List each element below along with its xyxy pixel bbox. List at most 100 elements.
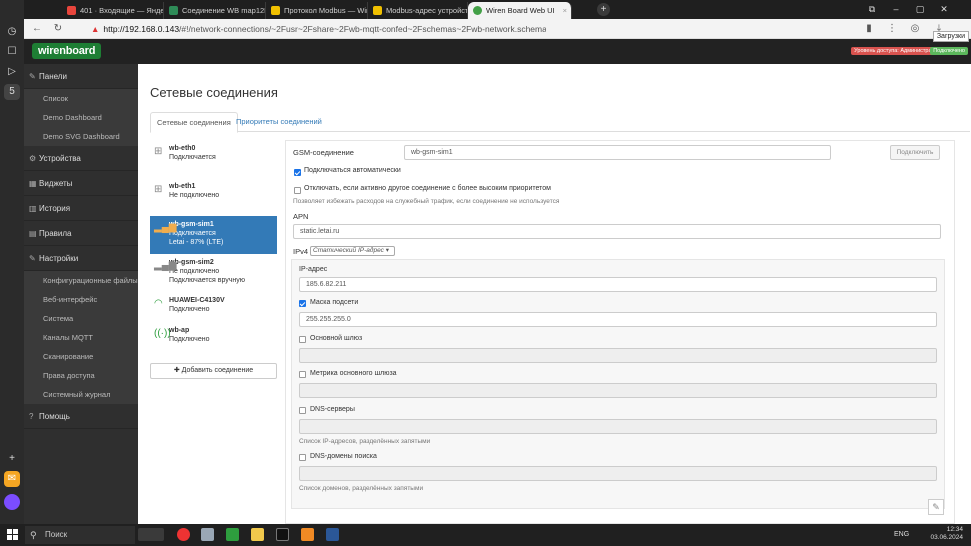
gsm-label: GSM-соединение bbox=[293, 148, 354, 157]
connection-list: ⊞ wb-eth0 Подключается ⊞ wb-eth1 Не подключе… bbox=[150, 140, 277, 352]
bookmarks-icon[interactable]: ☐ bbox=[4, 44, 20, 60]
tab-search-icon[interactable]: ⧉ bbox=[862, 2, 882, 17]
close-window-icon[interactable]: ✕ bbox=[934, 2, 954, 17]
sidebar-item-settings[interactable]: ✎ Настройки bbox=[24, 246, 138, 271]
history-icon[interactable]: ◷ bbox=[4, 24, 20, 40]
ipv4-mode-select[interactable]: Статический IP-адрес ▾ bbox=[310, 246, 395, 256]
browser-tab-active[interactable]: Wiren Board Web UI × bbox=[468, 2, 572, 19]
wrench-icon: ✎ bbox=[29, 254, 36, 263]
maximize-icon[interactable]: ▢ bbox=[910, 2, 930, 17]
account-icon[interactable]: ◎ bbox=[908, 22, 922, 36]
sidebar-subitem[interactable]: Каналы MQTT bbox=[24, 328, 138, 347]
metric-field[interactable] bbox=[299, 383, 937, 398]
windows-start-icon[interactable] bbox=[7, 529, 18, 540]
add-connection-button[interactable]: ✚ Добавить соединение bbox=[150, 363, 277, 379]
sidebar-subitem[interactable]: Система bbox=[24, 309, 138, 328]
terminal-icon[interactable] bbox=[226, 528, 239, 541]
connection-item[interactable]: ⊞ wb-eth0 Подключается bbox=[150, 140, 277, 178]
chevron-down-icon: ▾ bbox=[385, 247, 389, 254]
connect-button[interactable]: Подключить bbox=[890, 145, 940, 160]
metric-checkbox[interactable] bbox=[299, 371, 306, 378]
site-favicon-icon bbox=[473, 6, 482, 15]
dns-help-text: Список IP-адресов, разделённых запятыми bbox=[299, 438, 431, 445]
sidebar-item-rules[interactable]: ▤ Правила bbox=[24, 221, 138, 246]
gateway-checkbox[interactable] bbox=[299, 336, 306, 343]
signal-bars-icon: ▂▄▆ bbox=[154, 222, 177, 233]
taskbar-search[interactable]: ⚲ Поиск bbox=[25, 526, 135, 544]
console-icon[interactable] bbox=[276, 528, 289, 541]
gsm-name-field[interactable]: wb-gsm-sim1 bbox=[404, 145, 831, 160]
bookmark-icon[interactable]: ▮ bbox=[862, 22, 876, 36]
apn-label: APN bbox=[293, 212, 309, 221]
tab-network-connections[interactable]: Сетевые соединения bbox=[150, 112, 238, 133]
sidebar-subitem[interactable]: Системный журнал bbox=[24, 385, 138, 404]
apn-field[interactable]: static.letai.ru bbox=[293, 224, 941, 239]
widget-icon: ▦ bbox=[29, 179, 37, 188]
taskbar: ⚲ Поиск ENG 12:34 03.06.2024 bbox=[0, 524, 971, 546]
ip-address-field[interactable]: 185.6.82.211 bbox=[299, 277, 937, 292]
bicycle-widget-icon[interactable] bbox=[138, 528, 164, 541]
add-icon[interactable]: + bbox=[4, 451, 20, 467]
search-domains-field[interactable] bbox=[299, 466, 937, 481]
insecure-warning-icon: ▲ bbox=[91, 24, 100, 34]
yandex-browser-icon[interactable] bbox=[177, 528, 190, 541]
site-favicon-icon bbox=[373, 6, 382, 15]
back-icon[interactable]: ← bbox=[30, 22, 44, 36]
connection-item-selected[interactable]: ▂▄▆ wb-gsm-sim1 Подключается Letai - 87% (L… bbox=[150, 216, 277, 254]
app-icon[interactable] bbox=[301, 528, 314, 541]
auto-connect-checkbox[interactable] bbox=[294, 169, 301, 176]
url-field[interactable]: ▲ http://192.168.0.143/#!/network-connect… bbox=[91, 22, 546, 36]
calculator-icon[interactable] bbox=[201, 528, 214, 541]
sidebar-item-devices[interactable]: ⚙ Устройства bbox=[24, 146, 138, 171]
browser-tab[interactable]: 401 · Входящие — Яндекс bbox=[62, 2, 164, 19]
dns-checkbox[interactable] bbox=[299, 407, 306, 414]
reload-icon[interactable]: ↻ bbox=[51, 22, 65, 36]
browser-tab[interactable]: Соединение WB map12E bbox=[164, 2, 266, 19]
file-explorer-icon[interactable] bbox=[251, 528, 264, 541]
search-icon: ⚲ bbox=[30, 530, 37, 540]
new-tab-button[interactable]: + bbox=[597, 3, 610, 16]
minimize-icon[interactable]: – bbox=[886, 2, 906, 17]
tab-connection-priorities[interactable]: Приоритеты соединений bbox=[230, 112, 328, 133]
wrench-icon[interactable]: ✎ bbox=[928, 499, 944, 515]
connection-item[interactable]: ◠ HUAWEI-C4130V Подключено bbox=[150, 292, 277, 322]
sidebar-item-panels[interactable]: ✎ Панели bbox=[24, 64, 138, 89]
word-icon[interactable] bbox=[326, 528, 339, 541]
mask-checkbox[interactable] bbox=[299, 300, 306, 307]
help-icon: ? bbox=[29, 412, 34, 421]
disconnect-priority-checkbox[interactable] bbox=[294, 187, 301, 194]
browser-tab[interactable]: Протокол Modbus — Wir bbox=[266, 2, 368, 19]
sidebar-subitem[interactable]: Demo Dashboard bbox=[24, 108, 138, 127]
connection-item[interactable]: ▂▄▆ wb-gsm-sim2 Не подключено Подключается … bbox=[150, 254, 277, 292]
sidebar: ✎ Панели Список Demo Dashboard Demo SVG D… bbox=[24, 64, 138, 524]
main-content: Сетевые соединения Сетевые соединения Пр… bbox=[138, 64, 971, 524]
sidebar-subitem[interactable]: Конфигурационные файлы bbox=[24, 271, 138, 290]
clock[interactable]: 12:34 03.06.2024 bbox=[930, 526, 963, 542]
connection-item[interactable]: ⊞ wb-eth1 Не подключено bbox=[150, 178, 277, 216]
assistant-icon[interactable] bbox=[4, 494, 20, 510]
player-icon[interactable]: ▷ bbox=[4, 64, 20, 80]
close-tab-icon[interactable]: × bbox=[563, 2, 567, 19]
search-domains-checkbox[interactable] bbox=[299, 454, 306, 461]
dns-field[interactable] bbox=[299, 419, 937, 434]
sidebar-subitem[interactable]: Список bbox=[24, 89, 138, 108]
sidebar-item-widgets[interactable]: ▦ Виджеты bbox=[24, 171, 138, 196]
browser-tab[interactable]: Modbus-адрес устройств bbox=[368, 2, 468, 19]
mail-icon[interactable]: ✉ bbox=[4, 471, 20, 487]
logo[interactable]: wirenboard bbox=[32, 43, 102, 59]
workspace-icon[interactable]: 5 bbox=[4, 84, 20, 100]
sidebar-subitem[interactable]: Demo SVG Dashboard bbox=[24, 127, 138, 146]
connection-item[interactable]: ((·)) wb-ap Подключено bbox=[150, 322, 277, 352]
auto-connect-label: Подключаться автоматически bbox=[304, 167, 401, 174]
sidebar-item-help[interactable]: ? Помощь bbox=[24, 404, 138, 429]
site-favicon-icon bbox=[169, 6, 178, 15]
sidebar-subitem[interactable]: Веб-интерфейс bbox=[24, 290, 138, 309]
gateway-field[interactable] bbox=[299, 348, 937, 363]
sidebar-item-history[interactable]: ▥ История bbox=[24, 196, 138, 221]
sidebar-subitem[interactable]: Права доступа bbox=[24, 366, 138, 385]
menu-dots-icon[interactable]: ⋮ bbox=[885, 22, 899, 36]
language-indicator[interactable]: ENG bbox=[894, 531, 909, 538]
sidebar-subitem[interactable]: Сканирование bbox=[24, 347, 138, 366]
disconnect-priority-label: Отключать, если активно другое соединени… bbox=[304, 185, 551, 192]
mask-field[interactable]: 255.255.255.0 bbox=[299, 312, 937, 327]
